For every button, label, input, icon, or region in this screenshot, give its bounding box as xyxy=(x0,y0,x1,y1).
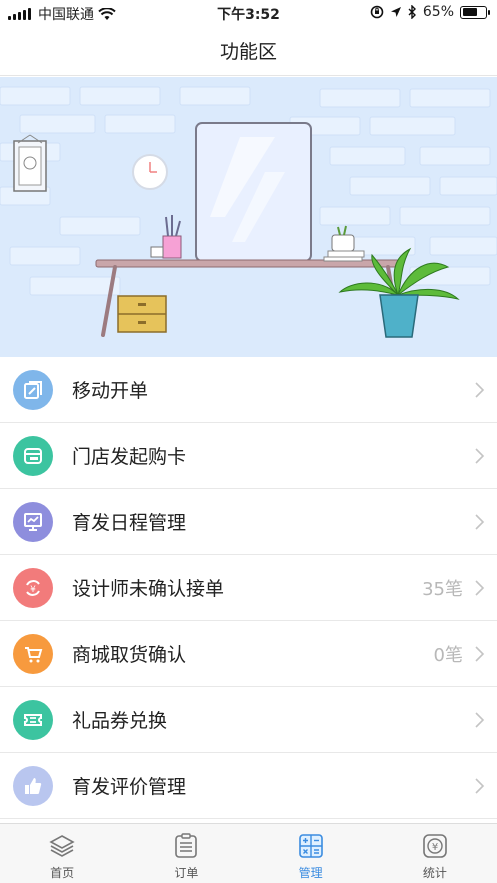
menu-item-count: 0笔 xyxy=(433,644,463,666)
menu-item-gift-voucher-redeem[interactable]: 礼品券兑换 xyxy=(0,687,497,753)
clipboard-icon xyxy=(175,833,198,858)
menu-item-label: 商城取货确认 xyxy=(72,644,187,666)
status-bar: 中国联通 下午3:52 65% xyxy=(0,0,497,26)
chevron-right-icon xyxy=(475,711,485,728)
calculator-icon xyxy=(298,834,323,858)
tab-label: 统计 xyxy=(422,866,447,880)
edit-order-icon xyxy=(13,369,53,410)
tab-statistics[interactable]: ¥ 统计 xyxy=(373,824,497,883)
banner-image xyxy=(0,77,497,357)
banner-illustration xyxy=(0,77,497,357)
battery-percent: 65% xyxy=(422,4,454,20)
menu-item-label: 设计师未确认接单 xyxy=(72,578,225,600)
orientation-lock-icon xyxy=(370,5,384,19)
menu-item-review-management[interactable]: 育发评价管理 xyxy=(0,753,497,819)
feature-list: 移动开单 门店发起购卡 育发日程管理 ¥ 设计师未确认接单 35笔 商城取货确认… xyxy=(0,357,497,819)
tab-management[interactable]: 管理 xyxy=(249,824,373,883)
status-right: 65% xyxy=(370,4,490,20)
menu-item-store-card-purchase[interactable]: 门店发起购卡 xyxy=(0,423,497,489)
tab-home[interactable]: 首页 xyxy=(0,824,124,883)
tab-label: 管理 xyxy=(298,866,323,880)
thumbs-up-icon xyxy=(13,765,53,806)
chevron-right-icon xyxy=(475,381,485,398)
chevron-right-icon xyxy=(475,513,485,530)
ticket-icon xyxy=(13,699,53,740)
tab-label: 首页 xyxy=(50,866,75,880)
page-title: 功能区 xyxy=(219,41,277,63)
chevron-right-icon xyxy=(475,777,485,794)
battery-fill xyxy=(462,8,477,16)
menu-item-label: 礼品券兑换 xyxy=(72,710,168,732)
chevron-right-icon xyxy=(475,579,485,596)
cart-icon xyxy=(13,633,53,674)
menu-item-label: 移动开单 xyxy=(72,380,149,402)
layers-icon xyxy=(49,835,75,857)
menu-item-mall-pickup-confirm[interactable]: 商城取货确认 0笔 xyxy=(0,621,497,687)
schedule-board-icon xyxy=(13,501,53,542)
menu-item-label: 门店发起购卡 xyxy=(72,446,187,468)
tab-label: 订单 xyxy=(174,866,199,880)
nav-bar: 功能区 xyxy=(0,26,497,76)
chevron-right-icon xyxy=(475,447,485,464)
yen-icon: ¥ xyxy=(423,834,447,858)
menu-item-schedule-management[interactable]: 育发日程管理 xyxy=(0,489,497,555)
battery-icon xyxy=(460,5,490,19)
tab-orders[interactable]: 订单 xyxy=(124,824,248,883)
menu-item-count: 35笔 xyxy=(422,578,463,600)
menu-item-mobile-order[interactable]: 移动开单 xyxy=(0,357,497,423)
menu-item-label: 育发日程管理 xyxy=(72,512,187,534)
bluetooth-icon xyxy=(408,5,416,19)
svg-text:¥: ¥ xyxy=(432,842,438,853)
yen-exchange-icon: ¥ xyxy=(13,567,53,608)
card-icon xyxy=(13,435,53,476)
menu-item-designer-unconfirmed-orders[interactable]: ¥ 设计师未确认接单 35笔 xyxy=(0,555,497,621)
chevron-right-icon xyxy=(475,645,485,662)
menu-item-label: 育发评价管理 xyxy=(72,776,187,798)
svg-text:¥: ¥ xyxy=(30,585,36,595)
location-icon xyxy=(390,7,401,17)
tab-bar: 首页 订单 管理 ¥ 统计 xyxy=(0,823,497,883)
